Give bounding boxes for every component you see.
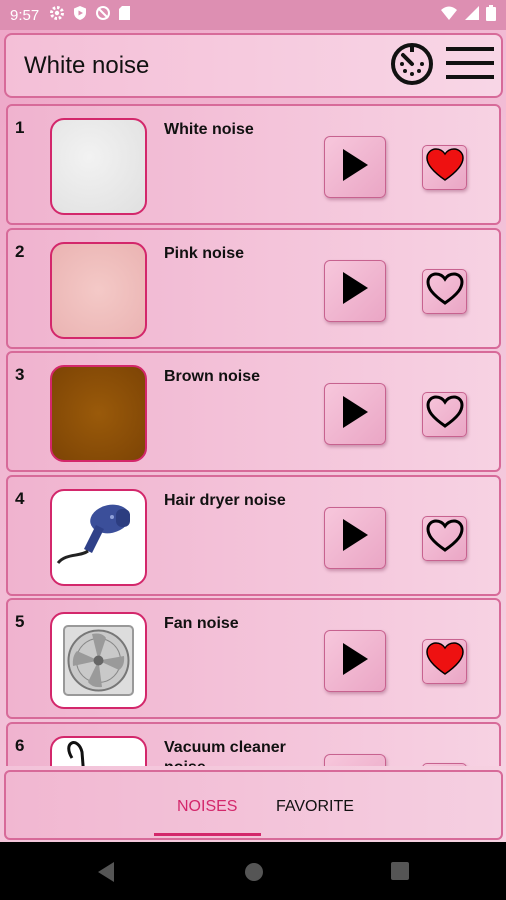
play-button[interactable] <box>324 383 386 445</box>
favorite-button[interactable] <box>422 145 467 190</box>
play-shield-icon <box>72 5 88 25</box>
sd-card-icon <box>118 5 131 25</box>
page-title: White noise <box>24 51 150 79</box>
item-title: Hair dryer noise <box>164 491 286 509</box>
list-item[interactable]: 4 Hair dryer noise <box>6 474 501 596</box>
noise-list[interactable]: 1 White noise 2 Pink noise 3 Brown noise <box>6 104 501 766</box>
play-icon <box>341 271 369 310</box>
play-icon <box>341 148 369 187</box>
hair-dryer-icon <box>52 504 145 584</box>
favorite-button[interactable] <box>422 762 467 766</box>
play-button[interactable] <box>324 136 386 198</box>
noise-thumbnail[interactable] <box>50 735 147 766</box>
noise-thumbnail[interactable] <box>50 241 147 339</box>
favorite-button[interactable] <box>422 392 467 437</box>
list-item[interactable]: 2 Pink noise <box>6 227 501 349</box>
timer-icon <box>389 40 435 91</box>
app-header: White noise <box>4 33 503 98</box>
tab-noises[interactable]: NOISES <box>177 798 237 816</box>
heart-filled-icon <box>425 642 464 681</box>
item-number: 6 <box>15 735 25 755</box>
item-title: Fan noise <box>164 615 239 632</box>
signal-icon <box>464 5 480 25</box>
timer-button[interactable] <box>387 41 437 91</box>
menu-icon <box>446 45 494 86</box>
favorite-button[interactable] <box>422 268 467 314</box>
back-icon[interactable] <box>96 861 116 888</box>
heart-outline-icon <box>425 518 464 558</box>
favorite-button[interactable] <box>422 639 467 684</box>
heart-outline-icon <box>425 395 464 434</box>
noise-thumbnail[interactable] <box>50 488 147 586</box>
item-number: 3 <box>15 365 25 384</box>
play-icon <box>341 642 369 681</box>
menu-button[interactable] <box>445 41 495 91</box>
item-number: 1 <box>15 118 25 137</box>
noise-thumbnail[interactable] <box>50 365 147 462</box>
system-nav-bar <box>0 842 506 900</box>
tab-indicator <box>154 833 261 836</box>
heart-outline-icon <box>426 765 464 766</box>
item-title: Vacuum cleaner noise <box>164 738 286 767</box>
list-item[interactable]: 6 Vacuum cleaner noise <box>6 721 501 767</box>
gear-icon <box>49 5 65 25</box>
bottom-tab-bar: NOISES FAVORITE <box>4 770 503 840</box>
item-title: Pink noise <box>164 244 245 262</box>
fan-icon <box>52 625 145 707</box>
recent-apps-icon[interactable] <box>390 861 410 886</box>
heart-filled-icon <box>425 148 464 187</box>
item-title: Brown noise <box>164 368 261 385</box>
item-number: 4 <box>15 488 25 508</box>
item-number: 5 <box>15 612 25 631</box>
status-bar: 9:57 <box>0 0 506 30</box>
item-number: 2 <box>15 241 25 261</box>
play-button[interactable] <box>324 753 386 766</box>
favorite-button[interactable] <box>422 515 467 561</box>
play-icon <box>341 395 369 434</box>
no-sync-icon <box>95 5 111 25</box>
battery-icon <box>486 5 496 25</box>
play-button[interactable] <box>324 630 386 692</box>
item-title: White noise <box>164 121 254 138</box>
list-item[interactable]: 3 Brown noise <box>6 351 501 472</box>
list-item[interactable]: 5 Fan noise <box>6 598 501 719</box>
noise-thumbnail[interactable] <box>50 118 147 215</box>
noise-thumbnail[interactable] <box>50 612 147 709</box>
play-icon <box>341 518 369 557</box>
play-icon <box>341 765 369 766</box>
wifi-icon <box>440 5 458 25</box>
home-icon[interactable] <box>243 861 265 888</box>
play-button[interactable] <box>324 259 386 322</box>
status-time: 9:57 <box>10 6 40 24</box>
tab-favorite[interactable]: FAVORITE <box>276 798 354 816</box>
play-button[interactable] <box>324 506 386 569</box>
heart-outline-icon <box>425 271 464 311</box>
list-item[interactable]: 1 White noise <box>6 104 501 225</box>
